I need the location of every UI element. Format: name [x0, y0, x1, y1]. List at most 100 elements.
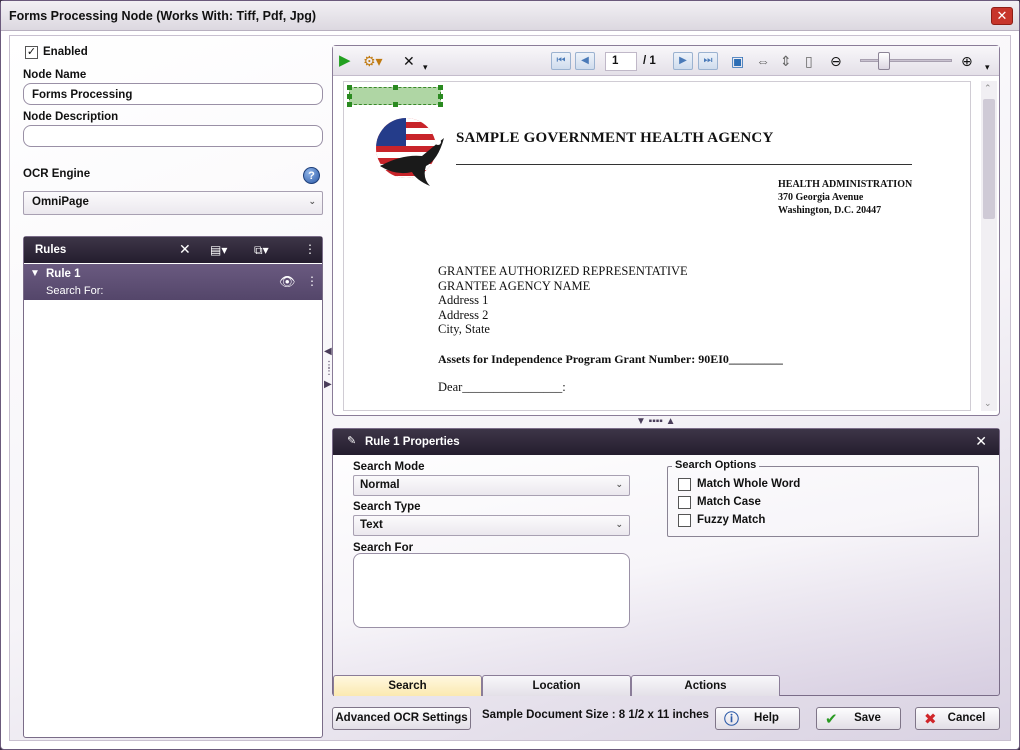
save-label: Save	[854, 712, 881, 724]
address-line: Address 2	[438, 307, 489, 322]
enabled-label: Enabled	[43, 46, 88, 58]
expand-right-icon[interactable]: ▶	[324, 379, 332, 390]
properties-close-icon[interactable]: ✕	[975, 433, 987, 450]
page-total: / 1	[643, 55, 656, 67]
address-line: GRANTEE AUTHORIZED REPRESENTATIVE	[438, 264, 688, 278]
node-name-field[interactable]: Forms Processing	[23, 83, 323, 105]
scroll-up-icon[interactable]: ⌃	[984, 83, 992, 94]
resize-handle[interactable]	[393, 85, 398, 90]
ocr-help-icon[interactable]: ?	[303, 167, 320, 184]
document-viewer: ▶ ⚙▾ ✕ ▾ ⏮ ◀ 1 / 1 ▶ ⏭ ▣ ⇔ ⇕ ▯ ⊖ ⊕ ▾ SAM…	[332, 45, 1000, 416]
search-mode-select[interactable]: Normal ⌄	[353, 475, 630, 496]
document-page[interactable]: SAMPLE GOVERNMENT HEALTH AGENCY HEALTH A…	[343, 81, 971, 411]
search-type-value: Text	[360, 519, 383, 531]
first-page-button[interactable]: ⏮	[551, 52, 571, 70]
viewer-overflow-icon[interactable]: ▾	[985, 58, 990, 76]
chevron-down-icon: ⌄	[615, 479, 623, 489]
match-case-label: Match Case	[697, 496, 761, 508]
resize-handle[interactable]	[347, 102, 352, 107]
match-whole-word-checkbox[interactable]	[678, 478, 691, 491]
scroll-thumb[interactable]	[983, 99, 995, 219]
grip-icon: ⋮ ⋮	[324, 360, 334, 377]
checkmark-icon: ✓	[26, 46, 37, 58]
prev-page-icon: ◀	[581, 55, 589, 66]
tab-actions[interactable]: Actions	[631, 675, 780, 696]
delete-rule-icon[interactable]: ✕	[179, 241, 191, 258]
resize-handle[interactable]	[347, 85, 352, 90]
address-line: GRANTEE AGENCY NAME	[438, 278, 591, 293]
zoom-in-icon[interactable]: ⊕	[961, 52, 973, 70]
rules-title: Rules	[35, 244, 67, 256]
help-button[interactable]: ⓘ Help	[715, 707, 800, 730]
node-description-label: Node Description	[23, 111, 119, 123]
collapse-left-icon[interactable]: ◀	[324, 346, 332, 357]
admin-block: HEALTH ADMINISTRATION 370 Georgia Avenue…	[778, 178, 912, 217]
window-close-button[interactable]: ✕	[991, 7, 1013, 25]
viewer-toolbar: ▶ ⚙▾ ✕ ▾ ⏮ ◀ 1 / 1 ▶ ⏭ ▣ ⇔ ⇕ ▯ ⊖ ⊕ ▾	[333, 46, 999, 76]
next-page-button[interactable]: ▶	[673, 52, 693, 70]
expand-triangle-icon[interactable]: ▼	[30, 268, 40, 279]
zoom-slider-thumb[interactable]	[878, 52, 890, 70]
last-page-icon: ⏭	[703, 55, 713, 66]
admin-line: HEALTH ADMINISTRATION	[778, 179, 913, 190]
more-options-icon[interactable]: ⋮	[304, 242, 316, 256]
rule-properties-panel: ✎ Rule 1 Properties ✕ Search Mode Normal…	[332, 428, 1000, 696]
page-number-input[interactable]: 1	[605, 52, 637, 71]
help-label: Help	[754, 712, 779, 724]
search-for-textarea[interactable]	[353, 553, 630, 628]
add-rule-icon[interactable]: ▤▾	[210, 243, 227, 257]
help-icon: ⓘ	[724, 711, 740, 728]
search-mode-label: Search Mode	[353, 461, 425, 473]
resize-handle[interactable]	[438, 94, 443, 99]
document-scrollbar[interactable]: ⌃ ⌄	[981, 81, 997, 411]
agency-seal-logo	[376, 118, 444, 186]
gear-icon[interactable]: ⚙▾	[363, 52, 383, 70]
scroll-down-icon[interactable]: ⌄	[984, 398, 992, 409]
eye-icon[interactable]: 👁	[279, 274, 296, 290]
vertical-splitter[interactable]: ◀ ⋮ ⋮ ▶	[324, 346, 334, 416]
salutation-line: Dear________________:	[438, 380, 566, 394]
resize-handle[interactable]	[438, 102, 443, 107]
tab-location[interactable]: Location	[482, 675, 631, 696]
save-button[interactable]: ✔ Save	[816, 707, 901, 730]
resize-handle[interactable]	[393, 102, 398, 107]
image-icon[interactable]: ▣	[731, 52, 744, 70]
zoom-out-icon[interactable]: ⊖	[830, 52, 842, 70]
play-icon[interactable]: ▶	[339, 52, 351, 70]
zoom-slider-track[interactable]	[860, 59, 952, 62]
address-block: GRANTEE AUTHORIZED REPRESENTATIVE GRANTE…	[438, 264, 688, 337]
window-title: Forms Processing Node (Works With: Tiff,…	[9, 9, 317, 23]
rule-more-icon[interactable]: ⋮	[306, 274, 318, 288]
clear-icon[interactable]: ✕	[403, 52, 415, 70]
selection-zone[interactable]	[347, 85, 443, 107]
sample-document-size: Sample Document Size : 8 1/2 x 11 inches	[482, 709, 709, 721]
copy-rule-icon[interactable]: ⧉▾	[254, 243, 269, 258]
chevron-down-icon: ⌄	[308, 196, 316, 206]
address-line: City, State	[438, 322, 490, 337]
match-case-checkbox[interactable]	[678, 496, 691, 509]
address-line: Address 1	[438, 293, 489, 308]
fit-page-icon[interactable]: ▯	[805, 52, 813, 70]
cancel-button[interactable]: ✖ Cancel	[915, 707, 1000, 730]
rule-list-item[interactable]: ▼ Rule 1 Search For: 👁 ⋮	[24, 264, 322, 300]
admin-line: Washington, D.C. 20447	[778, 205, 882, 216]
resize-handle[interactable]	[347, 94, 352, 99]
fuzzy-match-checkbox[interactable]	[678, 514, 691, 527]
ocr-engine-select[interactable]: OmniPage ⌄	[23, 191, 323, 215]
prev-page-button[interactable]: ◀	[575, 52, 595, 70]
forms-processing-window: Forms Processing Node (Works With: Tiff,…	[0, 0, 1020, 750]
resize-handle[interactable]	[438, 85, 443, 90]
overflow-icon[interactable]: ▾	[423, 58, 428, 76]
checkmark-icon: ✔	[825, 711, 838, 728]
tab-search[interactable]: Search	[333, 675, 482, 696]
horizontal-splitter[interactable]: ▼ ▪▪▪▪ ▲	[636, 416, 676, 427]
title-bar: Forms Processing Node (Works With: Tiff,…	[1, 1, 1019, 31]
fit-width-icon[interactable]: ⇔	[756, 52, 770, 70]
advanced-ocr-settings-button[interactable]: Advanced OCR Settings	[332, 707, 471, 730]
last-page-button[interactable]: ⏭	[698, 52, 718, 70]
enabled-checkbox[interactable]: ✓	[25, 46, 38, 59]
node-description-field[interactable]	[23, 125, 323, 147]
fit-height-icon[interactable]: ⇕	[780, 52, 792, 70]
grant-number-line: Assets for Independence Program Grant Nu…	[438, 352, 783, 366]
search-type-select[interactable]: Text ⌄	[353, 515, 630, 536]
